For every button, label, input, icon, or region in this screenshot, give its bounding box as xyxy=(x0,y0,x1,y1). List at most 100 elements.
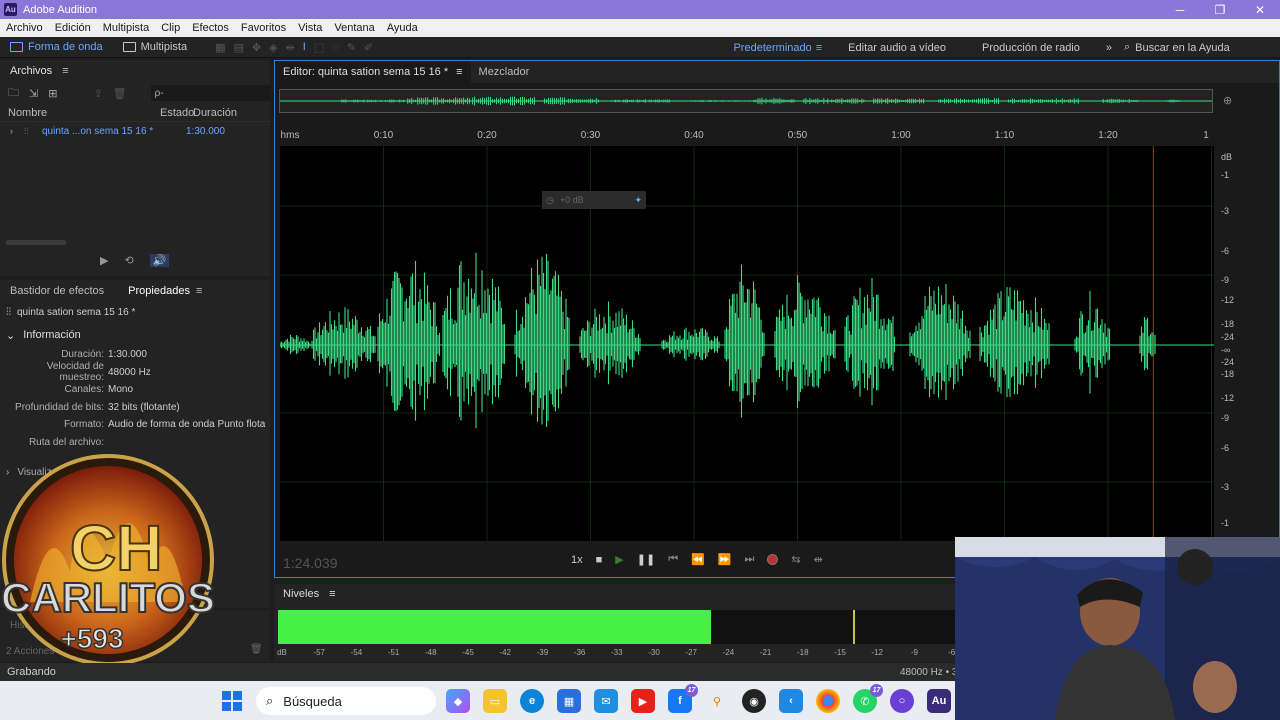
toolbar: Forma de onda Multipista ▦ ▤ ✥ ◈ ⇹ I ⬚ ◌… xyxy=(0,37,1280,58)
skip-selection-icon[interactable]: ⇹ xyxy=(814,553,823,566)
waveform-overview[interactable] xyxy=(279,89,1213,113)
tab-editor[interactable]: Editor: quinta sation sema 15 16 * ≡ xyxy=(275,61,471,83)
pause-icon[interactable]: ❚❚ xyxy=(637,553,655,566)
clip-hud[interactable]: ◷ +0 dB ✦ xyxy=(542,191,646,209)
info-section-header[interactable]: ⌄ Información xyxy=(0,324,270,346)
mail-icon[interactable]: ✉ xyxy=(594,689,618,713)
workspace-menu-icon[interactable]: ≡ xyxy=(816,42,822,54)
multitrack-view-label: Multipista xyxy=(140,41,188,53)
taskbar-search[interactable]: ⌕ Búsqueda xyxy=(256,687,436,715)
expand-arrow-icon[interactable]: › xyxy=(0,126,13,136)
lasso-tool-icon[interactable]: ◌ xyxy=(332,41,339,54)
time-ruler[interactable]: hms 0:10 0:20 0:30 0:40 0:50 1:00 1:10 1:20 1 xyxy=(280,126,1214,146)
tab-mixer[interactable]: Mezclador xyxy=(471,61,538,83)
store-icon[interactable]: ▦ xyxy=(557,689,581,713)
menu-vista[interactable]: Vista xyxy=(292,22,328,34)
time-selection-tool-icon[interactable]: I xyxy=(303,41,306,54)
db-tick: -9 xyxy=(1221,275,1230,285)
play-preview-icon[interactable]: ▶ xyxy=(100,254,108,267)
tab-properties[interactable]: Propiedades xyxy=(128,285,190,297)
col-nombre[interactable]: Nombre xyxy=(0,107,160,119)
workspace-radio[interactable]: Producción de radio xyxy=(964,42,1098,54)
obs-icon[interactable]: ◉ xyxy=(742,689,766,713)
col-duracion[interactable]: Duración xyxy=(193,107,253,119)
files-search-input[interactable]: ρ- xyxy=(150,85,270,101)
whatsapp-icon[interactable]: ✆ 17 xyxy=(853,684,883,713)
menu-archivo[interactable]: Archivo xyxy=(0,22,49,34)
search-app-icon[interactable]: ⚲ xyxy=(705,689,729,713)
spectral-frequency-icon[interactable]: ▦ xyxy=(215,41,225,54)
move-tool-icon[interactable]: ✥ xyxy=(252,41,261,54)
spectral-pitch-icon[interactable]: ▤ xyxy=(233,41,243,54)
tab-effects-rack[interactable]: Bastidor de efectos xyxy=(10,285,104,297)
edit-tools: ▦ ▤ ✥ ◈ ⇹ I ⬚ ◌ ✎ ✐ xyxy=(215,41,373,54)
autoplay-icon[interactable]: 🔊 xyxy=(149,254,170,267)
delete-icon[interactable]: 🗑 xyxy=(250,644,263,655)
panel-menu-icon[interactable]: ≡ xyxy=(62,65,68,77)
waveform-view-button[interactable]: Forma de onda xyxy=(0,37,113,58)
ruler-unit: hms xyxy=(280,130,300,141)
fast-forward-icon[interactable]: ⏩ xyxy=(718,553,732,566)
skip-end-icon[interactable]: ⏭ xyxy=(745,553,755,566)
menu-ventana[interactable]: Ventana xyxy=(328,22,380,34)
multitrack-view-button[interactable]: Multipista xyxy=(113,37,197,58)
copilot-icon[interactable]: ◆ xyxy=(446,689,470,713)
menu-ayuda[interactable]: Ayuda xyxy=(381,22,424,34)
waveform-display[interactable]: ◷ +0 dB ✦ xyxy=(280,146,1214,541)
skip-start-icon[interactable]: ⏮ xyxy=(668,553,678,566)
brush-tool-icon[interactable]: ✎ xyxy=(347,41,356,54)
taskbar-search-label: Búsqueda xyxy=(283,693,342,709)
menu-multipista[interactable]: Multipista xyxy=(97,22,155,34)
files-panel-title[interactable]: Archivos xyxy=(10,65,52,77)
edge-icon[interactable]: e xyxy=(520,689,544,713)
zoom-icon[interactable]: ⊕ xyxy=(1223,94,1232,107)
help-search[interactable]: ⌕ Buscar en la Ayuda xyxy=(1120,41,1280,54)
file-explorer-icon[interactable]: ▭ xyxy=(483,689,507,713)
menu-favoritos[interactable]: Favoritos xyxy=(235,22,292,34)
db-label: dB xyxy=(1221,152,1233,162)
slip-tool-icon[interactable]: ⇹ xyxy=(286,41,295,54)
maximize-icon[interactable]: ❐ xyxy=(1200,0,1240,19)
delete-icon[interactable]: 🗑 xyxy=(113,87,127,100)
loop-icon[interactable]: ⇆ xyxy=(791,553,800,566)
facebook-icon[interactable]: f 17 xyxy=(668,684,698,713)
audition-taskbar-icon[interactable]: Au xyxy=(927,689,951,713)
workspace-default[interactable]: Predeterminado xyxy=(715,42,829,54)
speed-button[interactable]: 1x xyxy=(571,554,583,566)
minimize-icon[interactable]: ─ xyxy=(1160,0,1200,19)
db-tick: -18 xyxy=(1221,319,1235,329)
new-file-icon[interactable]: ⊞ xyxy=(48,87,57,100)
close-icon[interactable]: ✕ xyxy=(1240,0,1280,19)
stop-icon[interactable]: ■ xyxy=(596,554,603,566)
pin-icon[interactable]: ✦ xyxy=(634,195,646,206)
panel-menu-icon[interactable]: ≡ xyxy=(456,66,462,78)
play-icon[interactable]: ▶ xyxy=(615,553,623,566)
files-scrollbar[interactable] xyxy=(6,240,66,245)
audio-app-icon[interactable]: ○ xyxy=(890,689,914,713)
chrome-icon[interactable] xyxy=(816,689,840,713)
insert-icon[interactable]: ⇪ xyxy=(93,87,102,100)
menu-edicion[interactable]: Edición xyxy=(49,22,97,34)
open-folder-icon[interactable]: 🗀 xyxy=(8,84,19,103)
level-scale-tick: -36 xyxy=(573,648,586,657)
panel-menu-icon[interactable]: ≡ xyxy=(329,588,335,600)
vscode-icon[interactable]: ‹ xyxy=(779,689,803,713)
marquee-tool-icon[interactable]: ⬚ xyxy=(314,41,324,54)
loop-preview-icon[interactable]: ⟲ xyxy=(124,254,133,267)
panel-menu-icon[interactable]: ≡ xyxy=(196,285,202,297)
windows-start-icon[interactable] xyxy=(222,691,242,711)
menu-efectos[interactable]: Efectos xyxy=(186,22,235,34)
spot-healing-icon[interactable]: ✐ xyxy=(364,41,373,54)
db-tick: -∞ xyxy=(1221,345,1231,355)
menu-clip[interactable]: Clip xyxy=(155,22,186,34)
file-row[interactable]: › ⫶⫶ quinta ...on sema 15 16 * 1:30.000 xyxy=(0,122,270,140)
youtube-icon[interactable]: ▶ xyxy=(631,689,655,713)
rewind-icon[interactable]: ⏪ xyxy=(691,553,705,566)
workspace-overflow-icon[interactable]: » xyxy=(1098,42,1120,54)
record-icon[interactable] xyxy=(767,554,779,565)
razor-tool-icon[interactable]: ◈ xyxy=(269,41,277,54)
levels-title[interactable]: Niveles xyxy=(283,588,319,600)
col-estado[interactable]: Estado xyxy=(160,107,194,119)
import-icon[interactable]: ⇲ xyxy=(29,87,38,100)
workspace-edit-video[interactable]: Editar audio a vídeo xyxy=(830,42,964,54)
